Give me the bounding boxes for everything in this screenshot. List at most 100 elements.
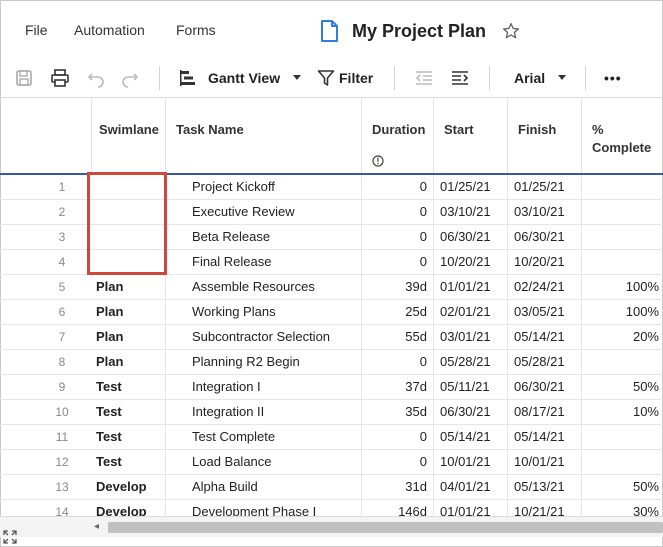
- scroll-left-arrow-icon[interactable]: ◂: [94, 521, 99, 532]
- cell-duration[interactable]: 0: [362, 250, 434, 275]
- cell-percent-complete[interactable]: 100%: [582, 275, 663, 300]
- cell-duration[interactable]: 0: [362, 425, 434, 450]
- cell-swimlane[interactable]: Plan: [92, 300, 166, 325]
- table-row[interactable]: 12 Test Load Balance 0 10/01/21 10/01/21: [0, 450, 663, 475]
- column-header-finish[interactable]: Finish: [508, 99, 582, 173]
- row-number[interactable]: 5: [0, 275, 92, 300]
- cell-duration[interactable]: 25d: [362, 300, 434, 325]
- more-options-button[interactable]: •••: [604, 66, 622, 90]
- cell-finish[interactable]: 05/14/21: [508, 425, 582, 450]
- cell-percent-complete[interactable]: [582, 200, 663, 225]
- redo-icon[interactable]: [120, 66, 140, 90]
- cell-finish[interactable]: 03/05/21: [508, 300, 582, 325]
- cell-start[interactable]: 05/28/21: [434, 350, 508, 375]
- cell-start[interactable]: 06/30/21: [434, 400, 508, 425]
- cell-swimlane[interactable]: Test: [92, 375, 166, 400]
- row-number[interactable]: 9: [0, 375, 92, 400]
- cell-task-name[interactable]: Beta Release: [166, 225, 362, 250]
- cell-finish[interactable]: 08/17/21: [508, 400, 582, 425]
- row-number[interactable]: 1: [0, 175, 92, 200]
- cell-task-name[interactable]: Alpha Build: [166, 475, 362, 500]
- cell-swimlane[interactable]: Test: [92, 450, 166, 475]
- document-title[interactable]: My Project Plan: [352, 21, 486, 42]
- table-row[interactable]: 7 Plan Subcontractor Selection 55d 03/01/21 0…: [0, 325, 663, 350]
- cell-finish[interactable]: 10/01/21: [508, 450, 582, 475]
- table-row[interactable]: 13 Develop Alpha Build 31d 04/01/21 05/13/21 5…: [0, 475, 663, 500]
- column-header-swimlane[interactable]: Swimlane: [92, 99, 166, 173]
- row-number[interactable]: 4: [0, 250, 92, 275]
- cell-task-name[interactable]: Integration I: [166, 375, 362, 400]
- cell-percent-complete[interactable]: [582, 350, 663, 375]
- table-row[interactable]: 5 Plan Assemble Resources 39d 01/01/21 02/24/…: [0, 275, 663, 300]
- indent-icon[interactable]: [450, 66, 470, 90]
- row-number[interactable]: 11: [0, 425, 92, 450]
- cell-task-name[interactable]: Load Balance: [166, 450, 362, 475]
- row-number[interactable]: 2: [0, 200, 92, 225]
- menu-forms[interactable]: Forms: [176, 22, 216, 38]
- cell-start[interactable]: 02/01/21: [434, 300, 508, 325]
- cell-finish[interactable]: 02/24/21: [508, 275, 582, 300]
- cell-duration[interactable]: 0: [362, 200, 434, 225]
- cell-finish[interactable]: 03/10/21: [508, 200, 582, 225]
- cell-swimlane[interactable]: Test: [92, 425, 166, 450]
- cell-finish[interactable]: 05/13/21: [508, 475, 582, 500]
- view-switcher[interactable]: Gantt View: [178, 66, 302, 90]
- cell-percent-complete[interactable]: 50%: [582, 375, 663, 400]
- cell-finish[interactable]: 05/28/21: [508, 350, 582, 375]
- horizontal-scrollbar[interactable]: ◂: [0, 516, 663, 537]
- row-number[interactable]: 3: [0, 225, 92, 250]
- info-icon[interactable]: [372, 155, 384, 167]
- cell-task-name[interactable]: Working Plans: [166, 300, 362, 325]
- menu-automation[interactable]: Automation: [74, 22, 145, 38]
- row-number[interactable]: 7: [0, 325, 92, 350]
- cell-start[interactable]: 10/20/21: [434, 250, 508, 275]
- cell-start[interactable]: 05/14/21: [434, 425, 508, 450]
- cell-task-name[interactable]: Integration II: [166, 400, 362, 425]
- cell-percent-complete[interactable]: [582, 450, 663, 475]
- cell-percent-complete[interactable]: 20%: [582, 325, 663, 350]
- cell-swimlane[interactable]: Develop: [92, 475, 166, 500]
- cell-finish[interactable]: 10/20/21: [508, 250, 582, 275]
- cell-duration[interactable]: 0: [362, 175, 434, 200]
- table-row[interactable]: 6 Plan Working Plans 25d 02/01/21 03/05/21 100…: [0, 300, 663, 325]
- star-icon[interactable]: [502, 22, 520, 40]
- row-number[interactable]: 6: [0, 300, 92, 325]
- font-selector[interactable]: Arial: [514, 66, 567, 90]
- cell-finish[interactable]: 06/30/21: [508, 375, 582, 400]
- cell-swimlane[interactable]: Plan: [92, 325, 166, 350]
- column-header-task-name[interactable]: Task Name: [166, 99, 362, 173]
- cell-start[interactable]: 04/01/21: [434, 475, 508, 500]
- column-header-duration[interactable]: Duration: [362, 99, 434, 173]
- menu-file[interactable]: File: [25, 22, 48, 38]
- cell-start[interactable]: 01/01/21: [434, 275, 508, 300]
- cell-swimlane[interactable]: Test: [92, 400, 166, 425]
- row-number[interactable]: 10: [0, 400, 92, 425]
- outdent-icon[interactable]: [414, 66, 434, 90]
- table-row[interactable]: 11 Test Test Complete 0 05/14/21 05/14/21: [0, 425, 663, 450]
- expand-icon[interactable]: [3, 530, 17, 544]
- cell-task-name[interactable]: Planning R2 Begin: [166, 350, 362, 375]
- cell-task-name[interactable]: Test Complete: [166, 425, 362, 450]
- cell-swimlane[interactable]: Plan: [92, 275, 166, 300]
- cell-duration[interactable]: 35d: [362, 400, 434, 425]
- cell-duration[interactable]: 37d: [362, 375, 434, 400]
- cell-swimlane[interactable]: Plan: [92, 350, 166, 375]
- row-number[interactable]: 13: [0, 475, 92, 500]
- cell-percent-complete[interactable]: [582, 425, 663, 450]
- cell-task-name[interactable]: Project Kickoff: [166, 175, 362, 200]
- cell-duration[interactable]: 39d: [362, 275, 434, 300]
- cell-percent-complete[interactable]: [582, 175, 663, 200]
- cell-percent-complete[interactable]: [582, 250, 663, 275]
- print-icon[interactable]: [50, 66, 70, 90]
- table-row[interactable]: 9 Test Integration I 37d 05/11/21 06/30/21 50%: [0, 375, 663, 400]
- cell-start[interactable]: 03/01/21: [434, 325, 508, 350]
- cell-duration[interactable]: 0: [362, 225, 434, 250]
- cell-start[interactable]: 05/11/21: [434, 375, 508, 400]
- column-header-percent-complete[interactable]: % Complete: [582, 99, 663, 173]
- cell-start[interactable]: 01/25/21: [434, 175, 508, 200]
- cell-task-name[interactable]: Subcontractor Selection: [166, 325, 362, 350]
- cell-start[interactable]: 10/01/21: [434, 450, 508, 475]
- table-row[interactable]: 10 Test Integration II 35d 06/30/21 08/17/21 1…: [0, 400, 663, 425]
- cell-duration[interactable]: 0: [362, 350, 434, 375]
- cell-percent-complete[interactable]: 10%: [582, 400, 663, 425]
